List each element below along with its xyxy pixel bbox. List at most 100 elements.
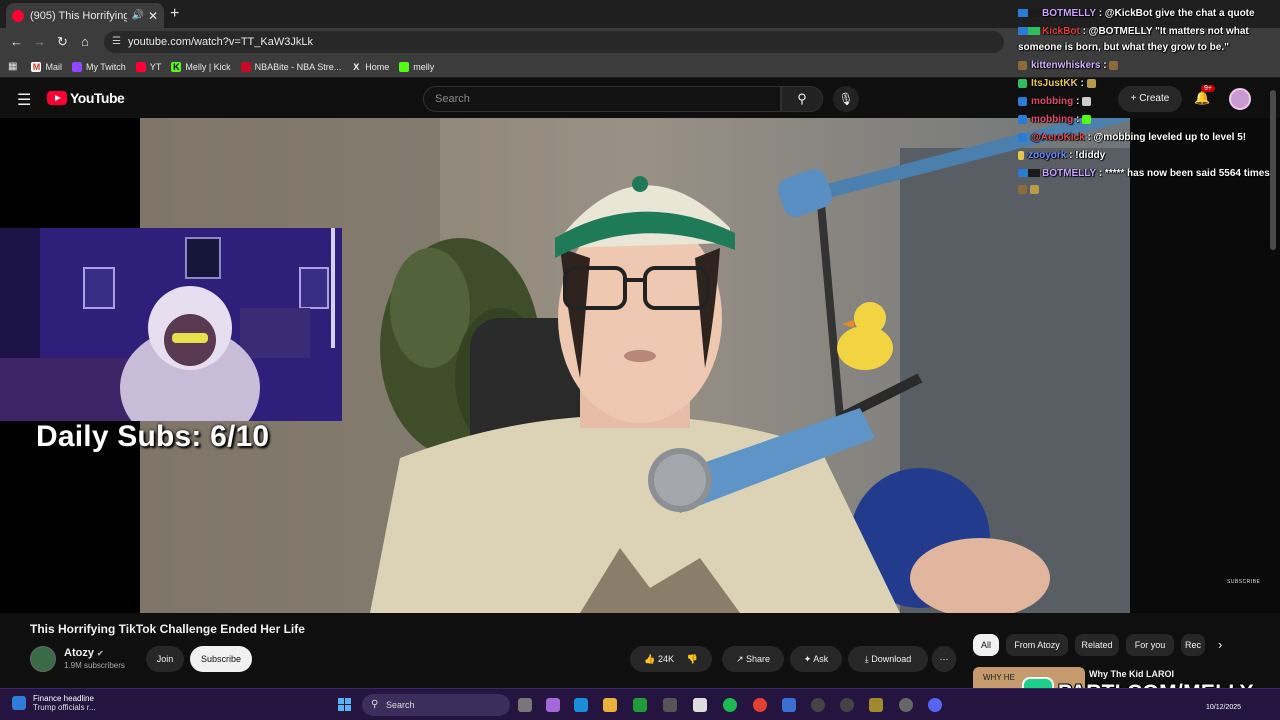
emote-icon [1030,184,1039,194]
tab-title: (905) This Horrifying TikTok [30,9,128,22]
search-icon: ⚲ [371,699,379,710]
chip-recent[interactable]: Rec [1181,634,1205,656]
badge-icon [1018,96,1027,106]
bookmark-yt[interactable]: YT [135,61,161,72]
nba-icon [240,61,251,72]
badge-icon [1018,150,1024,160]
bookmark-melly-kick[interactable]: K Melly | Kick [171,61,231,72]
chip-for-you[interactable]: For you [1126,634,1174,656]
subscribe-button[interactable]: Subscribe [190,646,252,672]
home-icon[interactable]: ⌂ [81,34,89,49]
youtube-logo[interactable]: YouTube [47,90,125,106]
taskbar-date[interactable]: 10/12/2025 [1206,704,1241,711]
file-explorer-icon[interactable] [603,698,617,712]
url-text: youtube.com/watch?v=TT_KaW3JkLk [128,36,313,48]
app-icon[interactable] [840,698,854,712]
bookmark-nbabite[interactable]: NBABite - NBA Stre... [240,61,341,72]
chat-message: BOTMELLY : @KickBot give the chat a quot… [1018,8,1255,19]
voice-search-button[interactable]: 🎙 [833,86,859,112]
bookmark-home[interactable]: X Home [351,62,389,72]
windows-start-icon[interactable] [338,698,352,712]
copilot-icon[interactable] [546,698,560,712]
chat-message-continuation: someone is born, but what they grow to b… [1018,42,1229,53]
streamer-webcam-overlay [0,228,342,421]
download-button[interactable]: ⤓ Download [848,646,928,672]
emote-icon [1109,60,1119,70]
bookmark-my-twitch[interactable]: My Twitch [71,61,126,72]
verified-badge-icon: ✔ [96,649,104,658]
channel-avatar[interactable] [30,646,56,672]
apps-grid-icon[interactable]: ▦ [8,61,17,72]
new-tab-button[interactable]: + [170,5,179,23]
badge-icon [1018,9,1040,18]
like-button[interactable]: 👍 24K [644,654,674,664]
forward-arrow-icon[interactable]: → [33,34,46,49]
reload-icon[interactable]: ↻ [57,34,68,50]
emote-icon [1082,96,1092,106]
chat-message: KickBot : @BOTMELLY "It matters not what [1018,26,1249,37]
edge-icon[interactable] [574,698,588,712]
sparkle-icon: ✦ [803,654,812,664]
search-box[interactable] [423,86,781,112]
chat-message: ItsJustKK : [1018,78,1096,89]
close-tab-icon[interactable]: ✕ [148,9,158,23]
stream-chat-overlay: BOTMELLY : @KickBot give the chat a quot… [1014,0,1280,200]
video-title: This Horrifying TikTok Challenge Ended H… [30,622,305,636]
site-settings-icon[interactable]: ☰ [112,31,121,53]
dislike-button[interactable]: 👎 [687,654,698,664]
xbox-icon[interactable] [633,698,647,712]
discord-icon[interactable] [928,698,942,712]
youtube-favicon-icon [12,9,24,22]
chip-from-atozy[interactable]: From Atozy [1006,634,1068,656]
chat-message: mobbing : [1018,114,1092,125]
more-dots-icon: ⋯ [939,654,949,664]
chat-message: mobbing : [1018,96,1092,107]
badge-icon [1018,132,1027,142]
chat-message: @AeroKick : @mobbing leveled up to level… [1018,132,1246,143]
url-field[interactable]: ☰ youtube.com/watch?v=TT_KaW3JkLk [104,31,1004,53]
more-actions-button[interactable]: ⋯ [932,646,956,672]
settings-gear-icon[interactable] [899,698,913,712]
like-dislike-group: 👍 24K 👎 [630,646,712,672]
search-input[interactable] [424,87,780,111]
badge-icon [1018,78,1027,88]
channel-name[interactable]: Atozy ✔ [64,647,104,659]
app-icon[interactable] [663,698,677,712]
emote-icon [1018,60,1027,70]
daily-subs-goal: Daily Subs: 6/10 [36,420,270,453]
taskbar-search[interactable]: ⚲ Search [362,694,510,716]
back-arrow-icon[interactable]: ← [10,34,23,49]
kick-small-icon [399,61,410,72]
share-button[interactable]: ↗ Share [722,646,784,672]
news-widget[interactable]: Finance headline Trump officials r... [12,694,96,712]
chevron-right-icon[interactable]: › [1218,637,1222,652]
badge-icon [1018,27,1040,36]
app-icon[interactable] [869,698,883,712]
webcam-frame [0,228,342,421]
gmail-icon: M [31,61,42,72]
join-button[interactable]: Join [146,646,184,672]
menu-hamburger-icon[interactable]: ☰ [17,90,31,110]
spotify-icon[interactable] [723,698,737,712]
browser-tab[interactable]: (905) This Horrifying TikTok 🔊 ✕ [6,3,164,28]
microphone-icon: 🎙 [838,92,854,106]
yt-icon [135,61,146,72]
app-icon[interactable] [782,698,796,712]
search-button[interactable]: ⚲ [781,86,823,112]
subscribe-watermark: SUBSCRIBE [1227,579,1261,585]
speaker-icon[interactable]: 🔊 [131,10,143,21]
emote-icon [1086,78,1096,88]
bookmark-mail[interactable]: M Mail [31,61,62,72]
bookmark-melly[interactable]: melly [399,61,434,72]
task-view-icon[interactable] [518,698,532,712]
page-scrollbar[interactable] [1270,90,1276,250]
chrome-icon[interactable] [753,698,767,712]
chip-related[interactable]: Related [1075,634,1119,656]
store-icon[interactable] [693,698,707,712]
ask-button[interactable]: ✦ Ask [790,646,842,672]
media-player-icon[interactable] [811,698,825,712]
search-icon: ⚲ [797,91,807,106]
chip-all[interactable]: All [973,634,999,656]
news-icon [12,696,26,710]
emote-icon [1082,114,1092,124]
